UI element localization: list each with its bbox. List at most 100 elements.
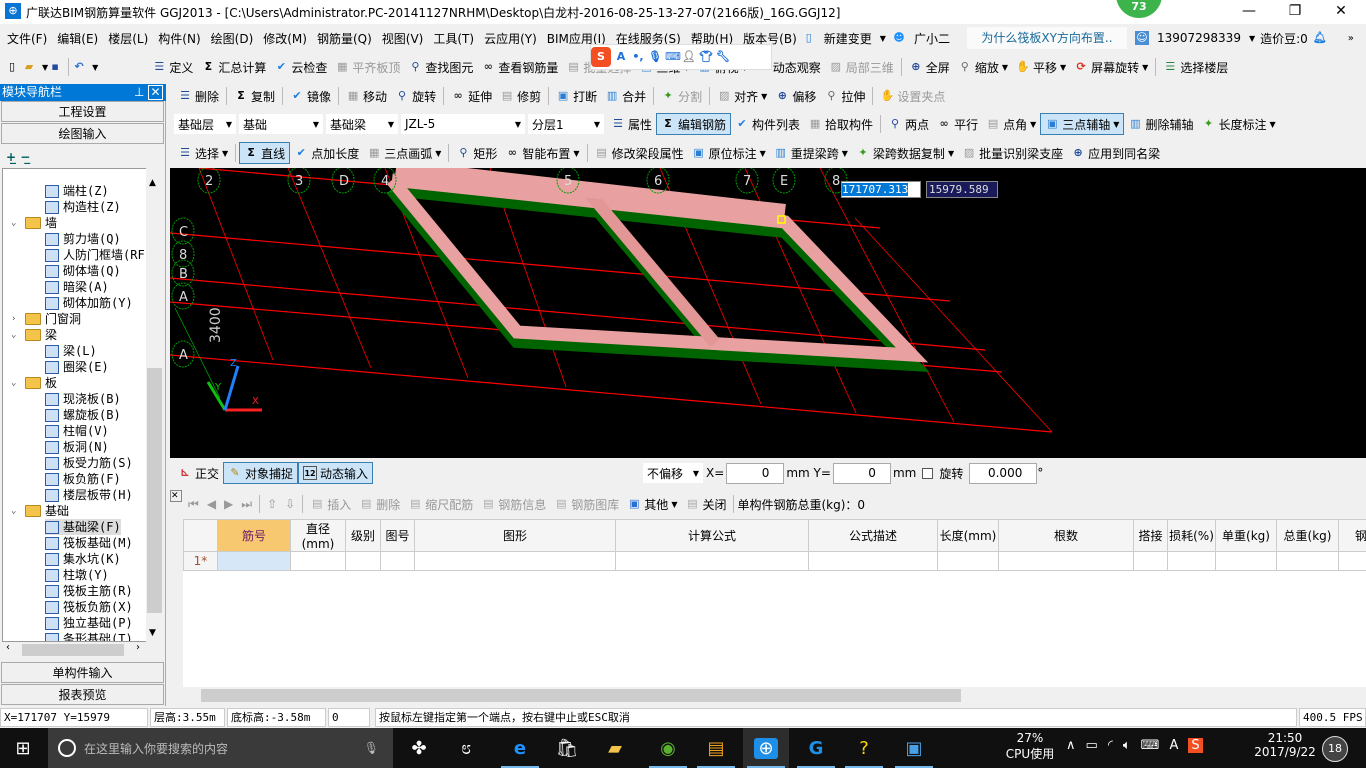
- menu-assistant[interactable]: 广小二: [909, 30, 955, 47]
- save-icon[interactable]: ▪: [48, 60, 62, 74]
- new-file-icon[interactable]: ▯: [5, 60, 19, 74]
- tree-item[interactable]: 圈梁(E): [45, 359, 109, 375]
- more-icon[interactable]: »: [1348, 33, 1354, 44]
- store-icon[interactable]: 🛍︎: [544, 728, 590, 768]
- tree-item[interactable]: 基础梁(F): [45, 519, 121, 535]
- toolbar-button[interactable]: ✦ 梁跨数据复制 ▼: [852, 142, 958, 164]
- menu-item[interactable]: 修改(M): [258, 30, 312, 47]
- toolbar-button[interactable]: Σ 复制: [230, 85, 279, 107]
- column-header[interactable]: 总重(kg): [1276, 519, 1339, 552]
- tree-item[interactable]: 砌体墙(Q): [45, 263, 121, 279]
- table-cell[interactable]: [937, 551, 999, 571]
- search-box[interactable]: 在这里输入你要搜索的内容 🎙︎: [48, 728, 393, 768]
- coord-y-input[interactable]: 15979.589: [926, 181, 998, 198]
- tree-item[interactable]: 板受力筋(S): [45, 455, 133, 471]
- dynamic-input-toggle[interactable]: 12 动态输入: [298, 462, 374, 484]
- menu-item[interactable]: 文件(F): [2, 30, 52, 47]
- tree-item[interactable]: 剪力墙(Q): [45, 231, 121, 247]
- nav-report-preview[interactable]: 报表预览: [1, 684, 164, 705]
- toolbar-button[interactable]: ∞ 智能布置 ▼: [501, 142, 583, 164]
- menu-item[interactable]: 工具(T): [428, 30, 479, 47]
- sogou-tray-icon[interactable]: S: [1188, 738, 1203, 753]
- toolbar-button[interactable]: ∞ 查看钢筋量: [477, 56, 562, 78]
- volume-icon[interactable]: 🔈︎: [1123, 738, 1131, 753]
- score-badge[interactable]: 73: [1116, 0, 1162, 18]
- toolbar-button[interactable]: ▨ 批量识别梁支座: [958, 142, 1067, 164]
- rotate-checkbox[interactable]: [922, 467, 934, 479]
- table-cell[interactable]: [290, 551, 346, 571]
- column-header[interactable]: 图号: [380, 519, 415, 552]
- column-header[interactable]: 直径(mm): [290, 519, 346, 552]
- tray-chevron-icon[interactable]: ∧: [1066, 738, 1076, 753]
- tree-folder[interactable]: ⌄ 板: [11, 375, 57, 391]
- object-snap-toggle[interactable]: ✎ 对象捕捉: [223, 462, 299, 484]
- column-header[interactable]: 根数: [998, 519, 1134, 552]
- toolbar-button[interactable]: ⚲ 查找图元: [404, 56, 477, 78]
- toolbar-button[interactable]: ▦ 平齐板顶: [331, 56, 404, 78]
- toolbar-button[interactable]: Σ 编辑钢筋: [656, 113, 732, 135]
- table-cell[interactable]: [1167, 551, 1216, 571]
- toolbar-button[interactable]: ✔ 构件列表: [731, 113, 804, 135]
- notes-app-icon[interactable]: ▤: [693, 728, 739, 768]
- microphone-icon[interactable]: 🎙︎: [648, 50, 662, 64]
- ime-language-icon[interactable]: A: [1169, 738, 1178, 753]
- toolbar-button[interactable]: ☰ 选择 ▼: [174, 142, 232, 164]
- offset-select[interactable]: 不偏移 ▼: [643, 463, 704, 483]
- ortho-toggle[interactable]: 正交: [195, 465, 219, 482]
- table-cell[interactable]: [380, 551, 415, 571]
- toolbar-button[interactable]: ✋ 设置夹点: [876, 85, 949, 107]
- skin-icon[interactable]: 👕︎: [699, 50, 713, 64]
- rebar-toolbar-button[interactable]: ▤ 钢筋信息: [477, 493, 550, 515]
- table-cell[interactable]: [414, 551, 616, 571]
- close-button[interactable]: ✕: [1318, 0, 1364, 24]
- file-explorer-icon[interactable]: ▰: [592, 728, 638, 768]
- tree-item[interactable]: 集水坑(K): [45, 551, 121, 567]
- toolbar-button[interactable]: ✦ 分割: [657, 85, 706, 107]
- move-down-button[interactable]: ⇩: [281, 493, 299, 515]
- column-header[interactable]: 钢: [1338, 519, 1366, 552]
- component-select[interactable]: 基础层 ▼: [174, 114, 236, 134]
- toolbar-button[interactable]: ⟳ 屏幕旋转 ▼: [1070, 56, 1152, 78]
- component-select[interactable]: 基础梁 ▼: [326, 114, 398, 134]
- component-select[interactable]: JZL-5 ▼: [401, 114, 525, 134]
- first-record-button[interactable]: ⏮: [184, 493, 203, 515]
- wifi-icon[interactable]: ◜: [1108, 738, 1113, 753]
- tree-folder[interactable]: ⌄ 梁: [11, 327, 57, 343]
- g-app-icon[interactable]: G: [793, 728, 839, 768]
- toolbar-button[interactable]: ☰ 删除: [174, 85, 223, 107]
- tree-folder[interactable]: ⌄ 基础: [11, 503, 69, 519]
- keyboard-icon[interactable]: ⌨: [1141, 738, 1160, 753]
- rebar-toolbar-button[interactable]: ▤ 缩尺配筋: [404, 493, 477, 515]
- tree-hscrollbar[interactable]: ‹ ›: [2, 642, 164, 658]
- table-cell[interactable]: [1276, 551, 1339, 571]
- table-cell[interactable]: [808, 551, 938, 571]
- toolbar-button[interactable]: ⊕ 全屏: [905, 56, 954, 78]
- toolbar-button[interactable]: ▤ 点角 ▼: [982, 113, 1040, 135]
- undo-icon[interactable]: ↶: [72, 60, 86, 74]
- tree-item[interactable]: 现浇板(B): [45, 391, 121, 407]
- toolbar-button[interactable]: ▦ 三点画弧 ▼: [363, 142, 445, 164]
- toolbar-button[interactable]: ✔ 点加长度: [290, 142, 363, 164]
- language-icon[interactable]: A: [614, 50, 628, 64]
- next-record-button[interactable]: ▶: [220, 493, 237, 515]
- clock[interactable]: 21:50 2017/9/22: [1250, 731, 1320, 759]
- tree-item[interactable]: 柱墩(Y): [45, 567, 109, 583]
- nav-single-input[interactable]: 单构件输入: [1, 662, 164, 683]
- rebar-toolbar-button[interactable]: ▤ 删除: [355, 493, 404, 515]
- pin-icon[interactable]: ⊥: [134, 84, 144, 101]
- angle-input[interactable]: 0.000: [969, 462, 1038, 484]
- tip-link[interactable]: 为什么筏板XY方向布置..: [966, 27, 1127, 49]
- notification-center[interactable]: 18: [1322, 736, 1348, 762]
- table-cell[interactable]: [615, 551, 809, 571]
- tree-item[interactable]: 端柱(Z): [45, 183, 109, 199]
- tree-item[interactable]: 独立基础(P): [45, 615, 133, 631]
- user-icon[interactable]: 👤︎: [682, 50, 696, 64]
- tree-item[interactable]: 梁(L): [45, 343, 97, 359]
- scroll-thumb[interactable]: [147, 368, 162, 613]
- tree-item[interactable]: 构造柱(Z): [45, 199, 121, 215]
- toolbar-button[interactable]: ⚲ 两点: [884, 113, 933, 135]
- battery-icon[interactable]: ▭: [1086, 738, 1098, 753]
- toolbar-button[interactable]: ▦ 移动: [342, 85, 391, 107]
- toolbar-button[interactable]: ▣ 三点辅轴 ▼: [1040, 113, 1125, 135]
- tree-vscrollbar[interactable]: ▲ ▼: [146, 168, 164, 642]
